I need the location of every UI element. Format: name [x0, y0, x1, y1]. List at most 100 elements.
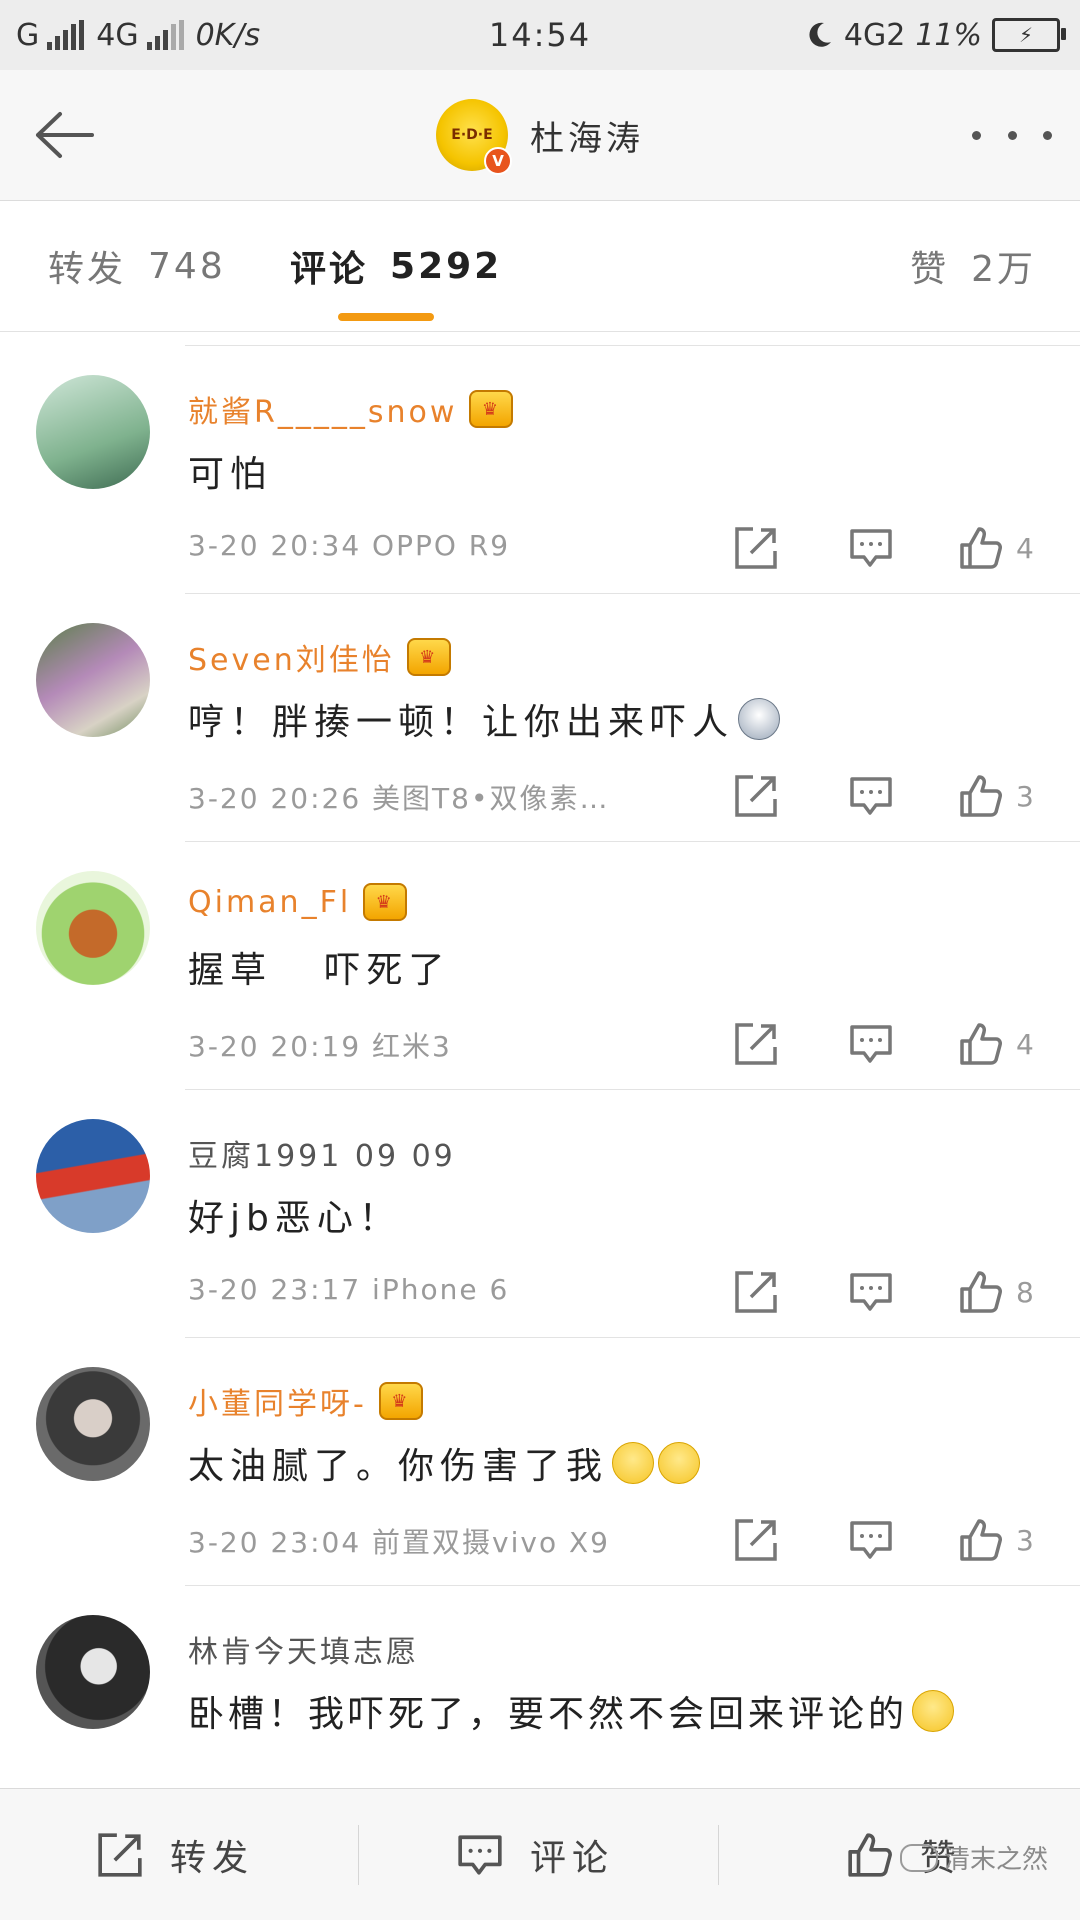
separator: [358, 1825, 359, 1885]
comment-text: 可怕: [188, 454, 273, 495]
reply-button[interactable]: [848, 525, 894, 571]
battery-percent: 11%: [915, 17, 982, 53]
active-tab-indicator: [338, 313, 434, 321]
like-button[interactable]: 4: [958, 1021, 1034, 1067]
divider: [185, 1089, 1080, 1090]
avatar[interactable]: [36, 375, 150, 489]
tab-like-label: 赞: [910, 249, 950, 290]
comment-bubble-icon: [850, 1025, 892, 1063]
reply-button[interactable]: [848, 773, 894, 819]
comment-bubble-icon: [850, 529, 892, 567]
comment-item[interactable]: 就酱R_____snow ♛ 可怕 3-20 20:34 OPPO R9 4: [0, 345, 1080, 593]
thumbs-up-icon: [960, 1519, 1002, 1561]
battery-icon: ⚡: [992, 18, 1066, 52]
like-count: 3: [1016, 779, 1034, 813]
repost-button[interactable]: [733, 1021, 779, 1067]
comment-bubble-icon: [850, 1521, 892, 1559]
like-count: 3: [1016, 1523, 1034, 1557]
tab-bar: 转发 748 评论 5292 赞 2万: [0, 201, 1080, 332]
title-bar: E·D·E V 杜海涛: [0, 70, 1080, 201]
tab-like[interactable]: 赞 2万: [910, 201, 1036, 331]
reply-button[interactable]: [848, 1021, 894, 1067]
thumbs-up-icon: [848, 1833, 892, 1877]
divider: [185, 841, 1080, 842]
comment-bubble-icon: [850, 1273, 892, 1311]
like-count: 4: [1016, 531, 1034, 565]
comment-actions: 3: [0, 1517, 1080, 1573]
repost-button[interactable]: [733, 1269, 779, 1315]
status-right: 4G2 11% ⚡: [804, 0, 1066, 70]
thumbs-up-icon: [960, 1023, 1002, 1065]
comment-text: 太油腻了。你伤害了我: [188, 1437, 701, 1489]
comment-text: 哼！胖揍一顿！让你出来吓人: [188, 693, 781, 745]
title-group[interactable]: E·D·E V 杜海涛: [0, 70, 1080, 200]
comment-username[interactable]: 就酱R_____snow ♛: [188, 387, 514, 431]
tab-repost-count: 748: [148, 245, 226, 287]
thumbs-up-icon: [960, 1271, 1002, 1313]
thumbs-up-icon: [960, 775, 1002, 817]
comment-actions: 3: [0, 773, 1080, 829]
like-count: 8: [1016, 1275, 1034, 1309]
comment-text: 握草 吓死了: [188, 950, 451, 991]
share-arrow-icon: [735, 1519, 777, 1561]
comment-actions: 8: [0, 1269, 1080, 1325]
share-arrow-icon: [98, 1833, 142, 1877]
more-button[interactable]: [972, 110, 1052, 160]
weibo-comments-screen: G 4G 0K/s 14:54 4G2 11% ⚡ E·D·E V 杜海涛 转发…: [0, 0, 1080, 1920]
comment-username[interactable]: 豆腐1991 09 09: [188, 1131, 456, 1175]
repost-button[interactable]: [733, 1517, 779, 1563]
tab-like-count: 2万: [971, 249, 1036, 290]
comment-bubble-icon: [850, 777, 892, 815]
bottom-action-bar: 转发 评论 赞 清末之然: [0, 1788, 1080, 1920]
tab-comment[interactable]: 评论 5292: [290, 201, 502, 331]
comment-username[interactable]: Seven刘佳怡 ♛: [188, 635, 451, 679]
comment-actions: 4: [0, 525, 1080, 581]
avatar-caption: E·D·E: [451, 127, 493, 143]
comment-item[interactable]: 小董同学呀- ♛ 太油腻了。你伤害了我 3-20 23:04 前置双摄vivo …: [0, 1337, 1080, 1585]
author-avatar[interactable]: E·D·E V: [436, 99, 512, 175]
bottom-comment-button[interactable]: 评论: [456, 1789, 614, 1920]
share-arrow-icon: [735, 1271, 777, 1313]
divider: [185, 1585, 1080, 1586]
comment-text: 好jb恶心！: [188, 1198, 401, 1239]
avatar[interactable]: [36, 1615, 150, 1729]
vip-crown-icon: ♛: [469, 390, 514, 428]
divider: [185, 345, 1080, 346]
thumbs-up-icon: [960, 527, 1002, 569]
husky-emoji-icon: [738, 698, 781, 740]
repost-button[interactable]: [733, 773, 779, 819]
comment-list: 就酱R_____snow ♛ 可怕 3-20 20:34 OPPO R9 4 S…: [0, 345, 1080, 1833]
vip-crown-icon: ♛: [363, 883, 408, 921]
comment-username[interactable]: Qiman_Fl ♛: [188, 883, 408, 921]
comment-item[interactable]: Qiman_Fl ♛ 握草 吓死了 3-20 20:19 红米3 4: [0, 841, 1080, 1089]
reply-button[interactable]: [848, 1517, 894, 1563]
tab-repost[interactable]: 转发 748: [48, 201, 226, 331]
avatar[interactable]: [36, 871, 150, 985]
share-arrow-icon: [735, 775, 777, 817]
status-bar: G 4G 0K/s 14:54 4G2 11% ⚡: [0, 0, 1080, 70]
divider: [185, 1337, 1080, 1338]
comment-item[interactable]: Seven刘佳怡 ♛ 哼！胖揍一顿！让你出来吓人 3-20 20:26 美图T8…: [0, 593, 1080, 841]
reply-button[interactable]: [848, 1269, 894, 1315]
more-dots-icon: [972, 130, 981, 140]
like-button[interactable]: 3: [958, 773, 1034, 819]
avatar[interactable]: [36, 1367, 150, 1481]
like-button[interactable]: 8: [958, 1269, 1034, 1315]
avatar[interactable]: [36, 1119, 150, 1233]
avatar[interactable]: [36, 623, 150, 737]
repost-button[interactable]: [733, 525, 779, 571]
share-arrow-icon: [735, 1023, 777, 1065]
like-button[interactable]: 4: [958, 525, 1034, 571]
bottom-repost-button[interactable]: 转发: [96, 1789, 254, 1920]
comment-text: 卧槽！我吓死了，要不然不会回来评论的: [188, 1685, 955, 1737]
verified-badge: V: [484, 147, 512, 175]
watermark: 清末之然: [899, 1839, 1048, 1876]
like-button[interactable]: 3: [958, 1517, 1034, 1563]
comment-username[interactable]: 林肯今天填志愿: [188, 1627, 419, 1671]
comment-username[interactable]: 小董同学呀- ♛: [188, 1379, 423, 1423]
comment-item[interactable]: 豆腐1991 09 09 好jb恶心！ 3-20 23:17 iPhone 6 …: [0, 1089, 1080, 1337]
tab-comment-label: 评论: [290, 249, 369, 290]
smile-emoji-icon: [658, 1442, 701, 1484]
smile-emoji-icon: [612, 1442, 655, 1484]
divider: [185, 593, 1080, 594]
